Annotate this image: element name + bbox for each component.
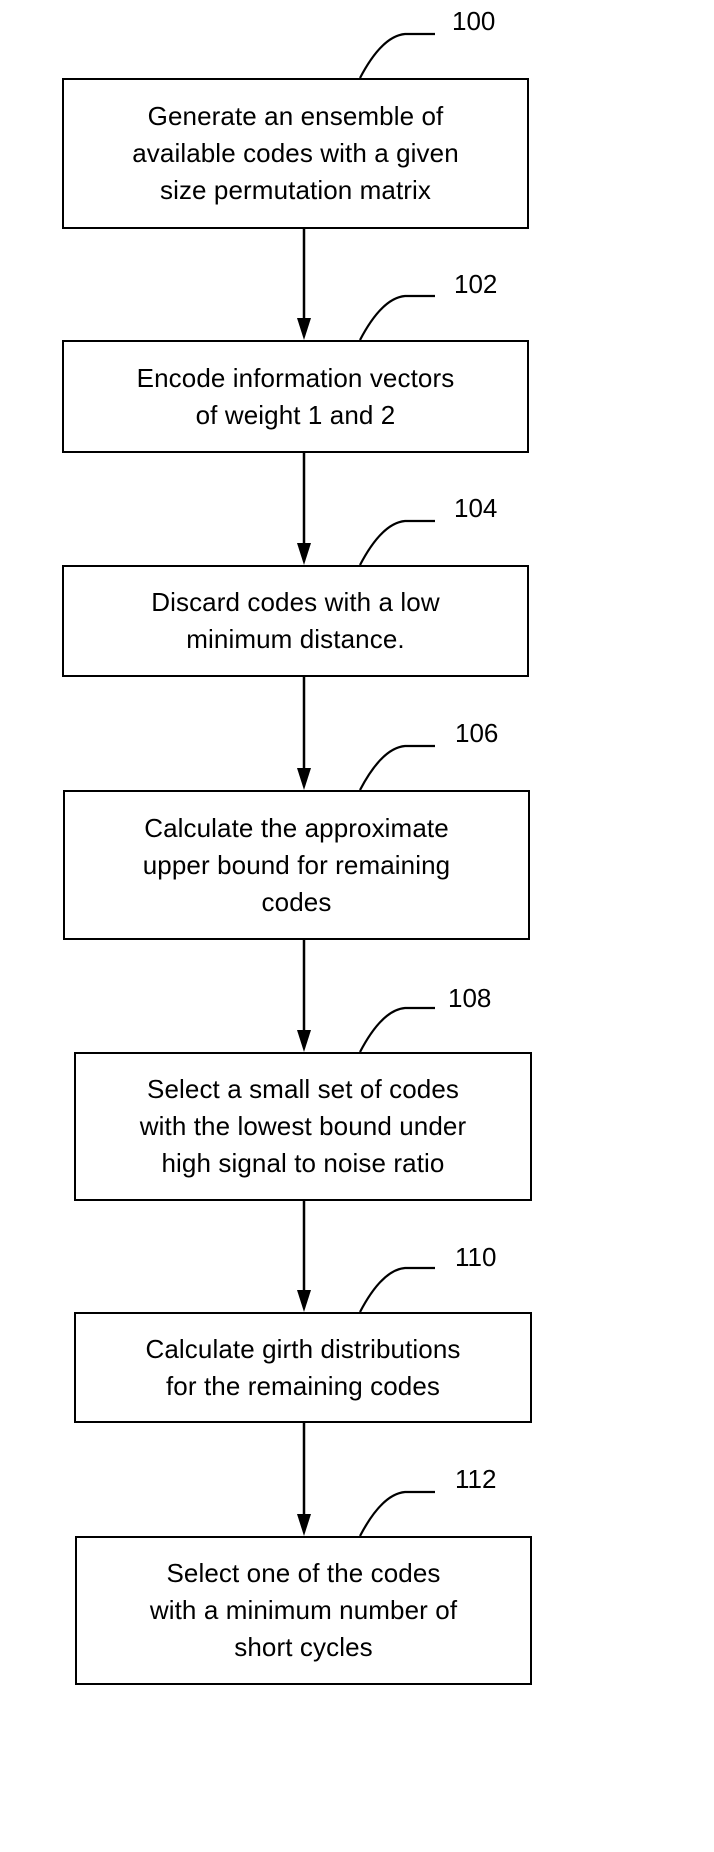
ref-label-104: 104 bbox=[454, 493, 498, 523]
step-box-108: Select a small set of codes with the low… bbox=[74, 1052, 532, 1201]
step-text-112: Select one of the codes with a minimum n… bbox=[149, 1558, 458, 1662]
leader-line-106 bbox=[359, 744, 435, 791]
leader-line-112 bbox=[359, 1490, 435, 1537]
arrowhead-110 bbox=[297, 1290, 311, 1312]
step-box-102: Encode information vectors of weight 1 a… bbox=[62, 340, 529, 453]
ref-label-108: 108 bbox=[448, 983, 492, 1013]
step-text-106: Calculate the approximate upper bound fo… bbox=[142, 812, 451, 917]
ref-label-106: 106 bbox=[455, 718, 499, 748]
leader-line-110 bbox=[359, 1266, 435, 1313]
step-box-112: Select one of the codes with a minimum n… bbox=[75, 1536, 532, 1685]
step-text-102: Encode information vectors of weight 1 a… bbox=[136, 362, 455, 430]
step-box-100: Generate an ensemble of available codes … bbox=[62, 78, 529, 229]
arrowhead-108 bbox=[297, 1030, 311, 1052]
arrowhead-104 bbox=[297, 543, 311, 565]
step-box-110: Calculate girth distributions for the re… bbox=[74, 1312, 532, 1423]
step-text-108: Select a small set of codes with the low… bbox=[139, 1074, 467, 1178]
arrowhead-112 bbox=[297, 1514, 311, 1536]
ref-label-100: 100 bbox=[452, 6, 496, 36]
flowchart: Generate an ensemble of available codes … bbox=[0, 0, 714, 1852]
ref-label-112: 112 bbox=[455, 1464, 497, 1494]
leader-line-102 bbox=[359, 294, 435, 341]
step-box-104: Discard codes with a low minimum distanc… bbox=[62, 565, 529, 677]
step-box-106: Calculate the approximate upper bound fo… bbox=[63, 790, 530, 940]
ref-label-102: 102 bbox=[454, 269, 498, 299]
arrowhead-102 bbox=[297, 318, 311, 340]
leader-line-108 bbox=[359, 1006, 435, 1053]
ref-label-110: 110 bbox=[455, 1242, 497, 1272]
step-text-110: Calculate girth distributions for the re… bbox=[145, 1333, 461, 1401]
leader-line-100 bbox=[359, 32, 435, 79]
step-text-100: Generate an ensemble of available codes … bbox=[132, 101, 459, 205]
arrowhead-106 bbox=[297, 768, 311, 790]
leader-line-104 bbox=[359, 519, 435, 566]
step-text-104: Discard codes with a low minimum distanc… bbox=[151, 587, 440, 654]
